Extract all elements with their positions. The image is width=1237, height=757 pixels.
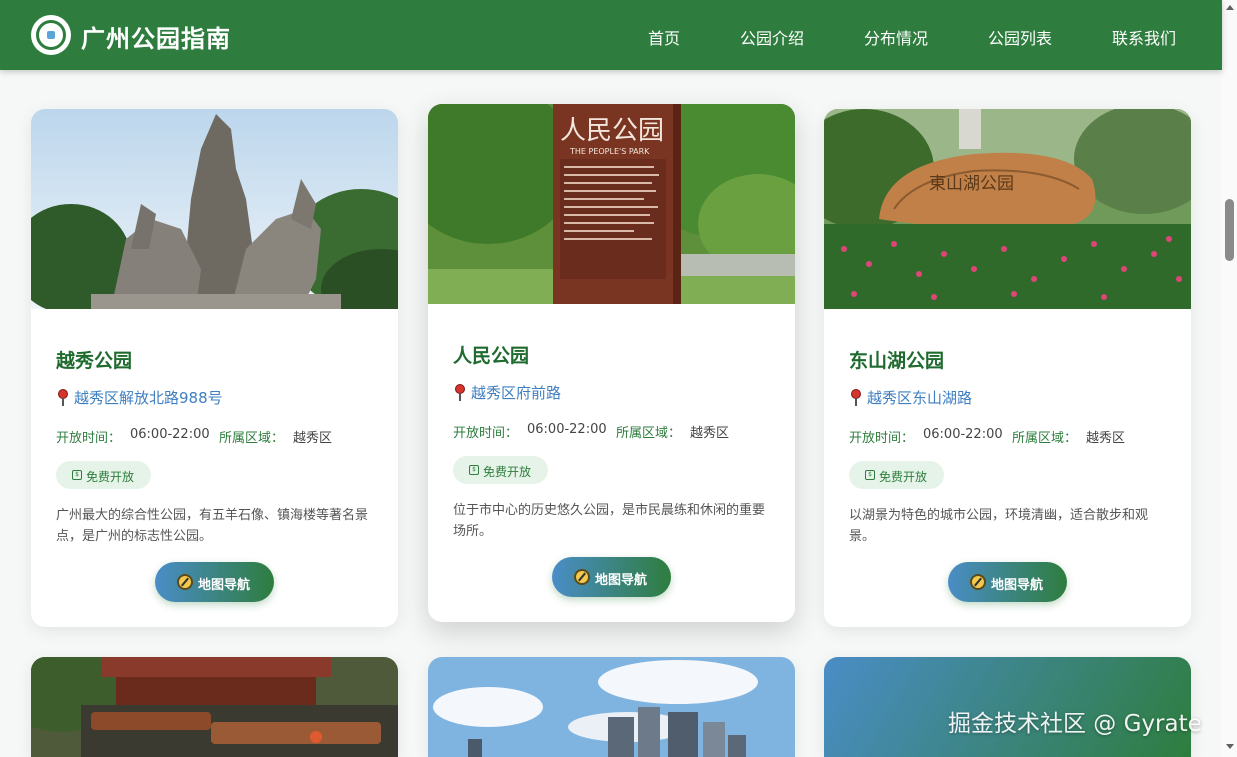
free-badge: $ 免费开放 — [56, 461, 151, 489]
park-photo — [31, 657, 398, 757]
ticket-icon: $ — [469, 465, 479, 475]
map-navigation-button[interactable]: 地图导航 — [155, 562, 274, 602]
hours-label: 开放时间： — [849, 431, 915, 446]
scrollbar[interactable] — [1222, 0, 1237, 757]
svg-text:東山湖公园: 東山湖公园 — [929, 174, 1014, 194]
nav-distribution[interactable]: 分布情况 — [864, 25, 928, 49]
park-address[interactable]: 越秀区东山湖路 — [867, 387, 972, 408]
park-description: 广州最大的综合性公园，有五羊石像、镇海楼等著名景点，是广州的标志性公园。 — [56, 508, 369, 544]
compass-icon — [970, 574, 986, 590]
free-badge: $ 免费开放 — [849, 461, 944, 489]
park-card: 越秀公园 越秀区解放北路988号 开放时间： 06:00-22:00 所属区域：… — [31, 109, 398, 627]
svg-text:人民公园: 人民公园 — [560, 116, 664, 146]
park-description: 以湖景为特色的城市公园，环境清幽，适合散步和观景。 — [849, 508, 1149, 544]
park-photo — [31, 109, 398, 309]
logo-icon[interactable] — [31, 15, 71, 55]
location-pin-icon — [455, 384, 465, 402]
compass-icon — [177, 574, 193, 590]
district-label: 所属区域： — [1012, 431, 1078, 446]
compass-icon — [574, 569, 590, 585]
park-address[interactable]: 越秀区解放北路988号 — [74, 387, 223, 408]
nav-contact[interactable]: 联系我们 — [1112, 25, 1176, 49]
svg-text:THE PEOPLE'S PARK: THE PEOPLE'S PARK — [569, 147, 650, 156]
park-name[interactable]: 越秀公园 — [56, 346, 132, 373]
district-value: 越秀区 — [1086, 431, 1126, 446]
ticket-icon: $ — [865, 470, 875, 480]
hours-label: 开放时间： — [56, 431, 122, 446]
park-card — [31, 657, 398, 757]
nav-home[interactable]: 首页 — [648, 25, 680, 49]
park-description: 位于市中心的历史悠久公园，是市民晨练和休闲的重要场所。 — [453, 503, 766, 539]
site-title[interactable]: 广州公园指南 — [81, 19, 231, 54]
free-badge: $ 免费开放 — [453, 456, 548, 484]
watermark: 掘金技术社区 @ Gyrate — [948, 711, 1202, 737]
nav-park-list[interactable]: 公园列表 — [988, 25, 1052, 49]
map-navigation-button[interactable]: 地图导航 — [948, 562, 1067, 602]
hours-label: 开放时间： — [453, 426, 519, 441]
location-pin-icon — [851, 389, 861, 407]
district-label: 所属区域： — [219, 431, 285, 446]
park-photo — [428, 657, 795, 757]
district-value: 越秀区 — [293, 431, 333, 446]
location-pin-icon — [58, 389, 68, 407]
scroll-down-arrow-icon[interactable] — [1226, 744, 1234, 749]
park-name[interactable]: 人民公园 — [453, 341, 529, 368]
nav-park-intro[interactable]: 公园介绍 — [740, 25, 804, 49]
hours-value: 06:00-22:00 — [130, 427, 210, 442]
park-address[interactable]: 越秀区府前路 — [471, 382, 561, 403]
scroll-up-arrow-icon[interactable] — [1226, 5, 1234, 10]
district-value: 越秀区 — [690, 426, 730, 441]
park-card: 東山湖公园 东山湖公园 越秀区东山湖路 开放时间： 06:00-22:00 所属… — [824, 109, 1191, 627]
map-navigation-button[interactable]: 地图导航 — [552, 557, 671, 597]
ticket-icon: $ — [72, 470, 82, 480]
hours-value: 06:00-22:00 — [923, 427, 1003, 442]
scrollbar-thumb[interactable] — [1225, 199, 1234, 261]
site-header: 广州公园指南 首页 公园介绍 分布情况 公园列表 联系我们 — [0, 0, 1222, 70]
park-card — [428, 657, 795, 757]
hours-value: 06:00-22:00 — [527, 422, 607, 437]
park-card: 人民公园 THE PEOPLE'S PARK 人民公园 越秀区府前路 开放时间：… — [428, 104, 795, 622]
park-photo: 東山湖公园 — [824, 109, 1191, 309]
park-photo: 人民公园 THE PEOPLE'S PARK — [428, 104, 795, 304]
district-label: 所属区域： — [616, 426, 682, 441]
park-name[interactable]: 东山湖公园 — [849, 346, 944, 373]
